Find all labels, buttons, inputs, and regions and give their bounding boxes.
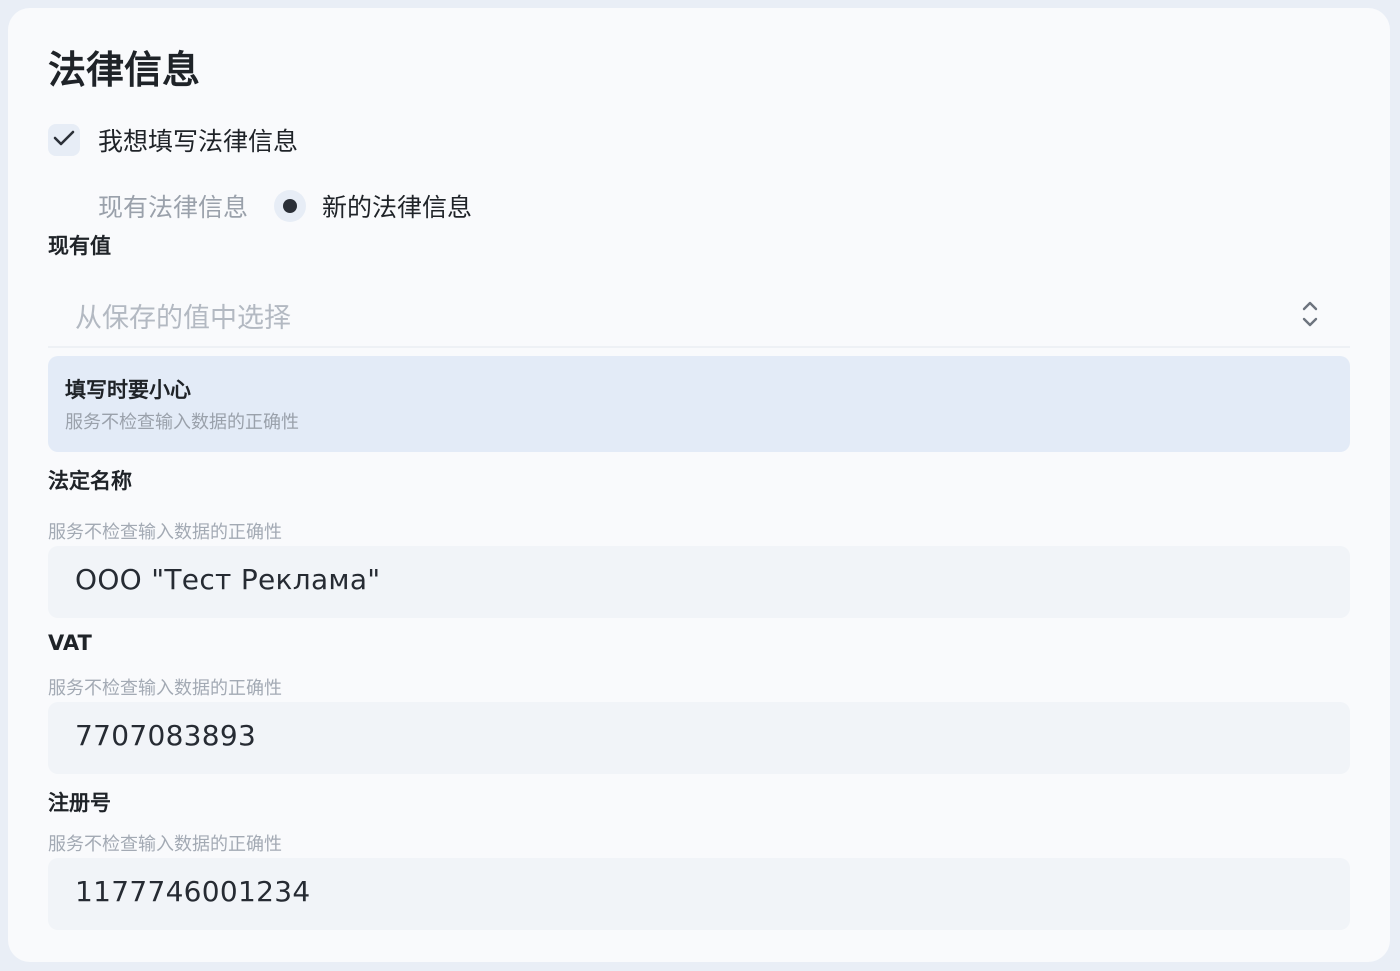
vat-value: 7707083893	[75, 719, 257, 752]
select-placeholder: 从保存的值中选择	[75, 303, 291, 334]
radio-new-button[interactable]	[274, 190, 307, 222]
legal-info-radio-group: 现有法律信息 新的法律信息	[98, 184, 472, 228]
fill-legal-info-checkbox[interactable]	[48, 124, 80, 156]
reg-number-label: 注册号	[48, 791, 111, 815]
check-icon	[53, 129, 75, 151]
legal-name-label: 法定名称	[48, 469, 132, 493]
legal-name-input[interactable]: ООО "Тест Реклама"	[48, 546, 1350, 618]
warning-notice: 填写时要小心 服务不检查输入数据的正确性	[48, 356, 1350, 452]
reg-number-input[interactable]: 1177746001234	[48, 858, 1350, 930]
existing-value-label: 现有值	[48, 234, 111, 258]
legal-name-hint: 服务不检查输入数据的正确性	[48, 522, 282, 543]
legal-name-value: ООО "Тест Реклама"	[75, 563, 381, 596]
fill-legal-info-checkbox-row[interactable]: 我想填写法律信息	[48, 120, 298, 160]
reg-number-value: 1177746001234	[75, 875, 311, 908]
radio-selected-dot	[283, 199, 298, 213]
radio-new-label[interactable]: 新的法律信息	[322, 188, 472, 224]
section-title: 法律信息	[48, 48, 201, 92]
legal-info-card: 法律信息 我想填写法律信息 现有法律信息 新的法律信息 现有值 从保存的值中选择	[8, 8, 1390, 962]
reg-number-hint: 服务不检查输入数据的正确性	[48, 834, 282, 855]
notice-title: 填写时要小心	[65, 378, 191, 402]
chevron-up-down-icon	[1300, 298, 1320, 334]
vat-input[interactable]: 7707083893	[48, 702, 1350, 774]
vat-hint: 服务不检查输入数据的正确性	[48, 678, 282, 699]
checkbox-label: 我想填写法律信息	[98, 127, 299, 156]
radio-existing-option[interactable]: 现有法律信息	[98, 188, 248, 224]
notice-text: 服务不检查输入数据的正确性	[65, 412, 299, 433]
vat-label: VAT	[48, 631, 92, 655]
existing-value-select[interactable]: 从保存的值中选择	[48, 280, 1350, 348]
